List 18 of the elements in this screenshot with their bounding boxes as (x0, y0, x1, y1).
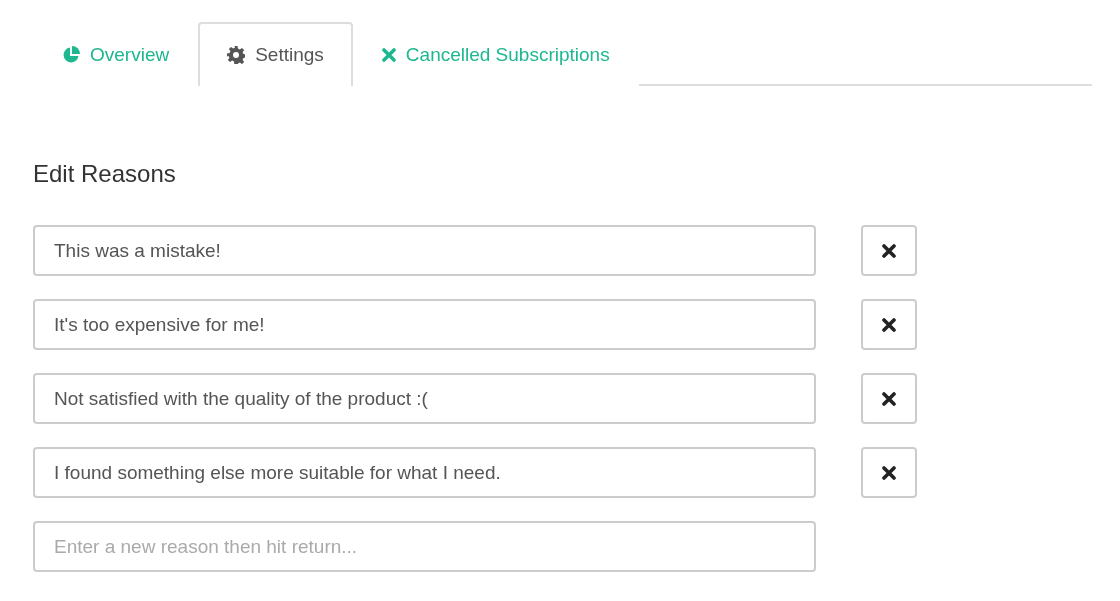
delete-button[interactable] (861, 373, 917, 424)
pie-chart-icon (62, 46, 80, 64)
tab[interactable]: Settings (198, 22, 353, 86)
new-reason-field[interactable]: Enter a new reason then hit return... (33, 521, 816, 572)
delete-button[interactable] (861, 447, 917, 498)
reason-field[interactable]: This was a mistake! (33, 225, 816, 276)
reason-field[interactable]: It's too expensive for me! (33, 299, 816, 350)
delete-button[interactable] (861, 225, 917, 276)
reason-field[interactable]: I found something else more suitable for what I need. (33, 447, 816, 498)
close-icon (882, 391, 896, 406)
settings-icon (227, 46, 246, 64)
close-icon (882, 317, 896, 332)
reason-field[interactable]: Not satisfied with the quality of the product :( (33, 373, 816, 424)
section-heading: Edit Reasons (33, 160, 177, 188)
cross-icon (381, 48, 396, 62)
close-icon (882, 243, 896, 258)
close-icon (882, 465, 896, 480)
delete-button[interactable] (861, 299, 917, 350)
